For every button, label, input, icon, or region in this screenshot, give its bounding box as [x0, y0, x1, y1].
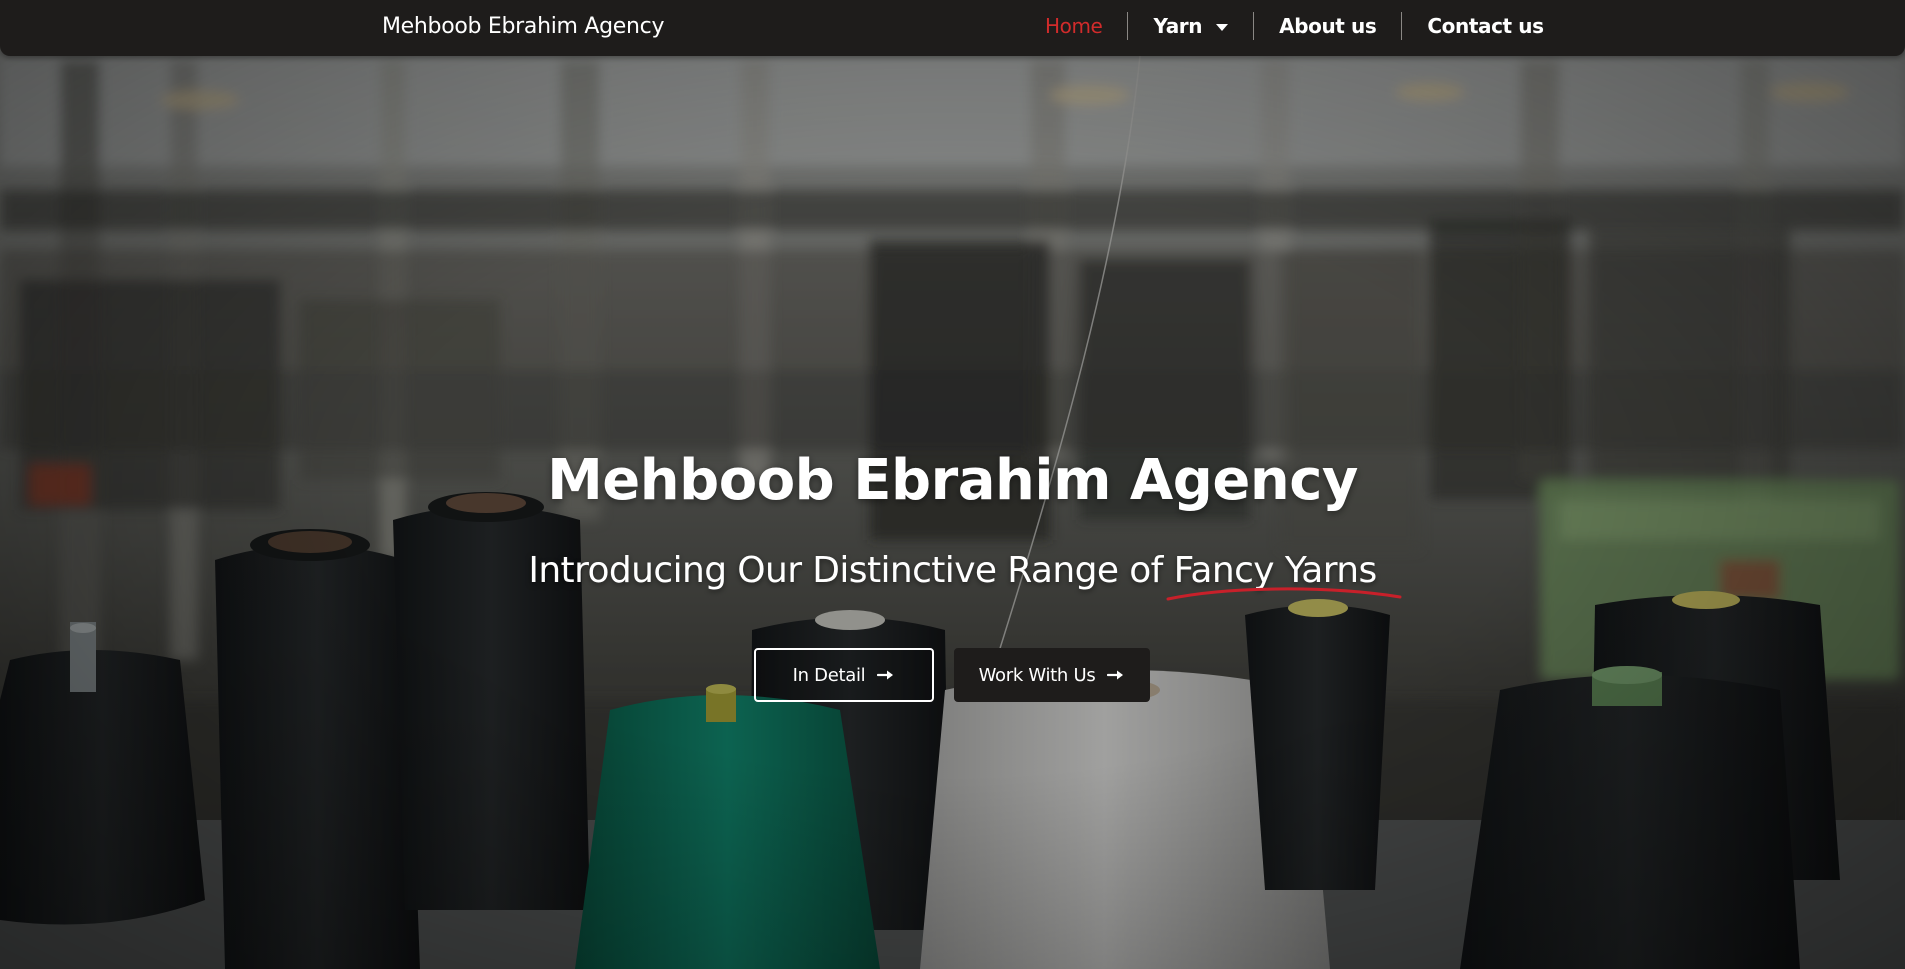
- hero-section: Mehboob Ebrahim Agency Introducing Our D…: [0, 0, 1905, 969]
- nav-item-home[interactable]: Home: [1020, 12, 1127, 40]
- work-with-us-button-label: Work With Us: [978, 664, 1096, 686]
- main-nav: Home Yarn About us Contact us: [1020, 0, 1569, 52]
- navbar: Mehboob Ebrahim Agency Home Yarn About u…: [0, 0, 1905, 56]
- hero-subtitle-prefix: Introducing Our Distinctive Range of: [528, 550, 1174, 591]
- nav-item-contact-us[interactable]: Contact us: [1402, 12, 1568, 40]
- nav-item-about-us-label: About us: [1279, 14, 1377, 38]
- nav-item-contact-us-label: Contact us: [1427, 14, 1544, 38]
- caret-down-icon: [1216, 23, 1229, 31]
- work-with-us-button[interactable]: Work With Us: [954, 648, 1150, 702]
- hero-title: Mehboob Ebrahim Agency: [547, 448, 1358, 513]
- hero-buttons: In Detail Work With Us: [754, 648, 1150, 702]
- underline-swoosh-icon: [1166, 587, 1402, 601]
- arrow-right-icon: [1107, 670, 1124, 680]
- nav-item-yarn-label: Yarn: [1153, 14, 1203, 38]
- arrow-right-icon: [877, 670, 894, 680]
- in-detail-button-label: In Detail: [792, 664, 866, 686]
- hero-subtitle-highlight: Fancy Yarns: [1166, 550, 1402, 601]
- nav-item-yarn[interactable]: Yarn: [1128, 12, 1253, 40]
- nav-item-about-us[interactable]: About us: [1254, 12, 1401, 40]
- brand-link[interactable]: Mehboob Ebrahim Agency: [382, 14, 664, 39]
- page: Mehboob Ebrahim Agency Home Yarn About u…: [0, 0, 1905, 969]
- nav-item-home-label: Home: [1045, 14, 1103, 38]
- in-detail-button[interactable]: In Detail: [754, 648, 934, 702]
- hero-subtitle: Introducing Our Distinctive Range of Fan…: [0, 550, 1905, 601]
